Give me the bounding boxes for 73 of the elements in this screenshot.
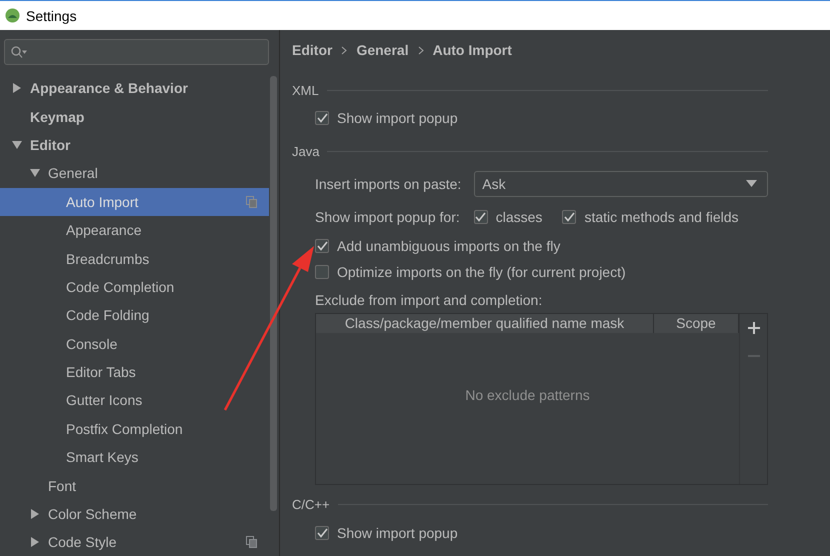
search-icon [11, 46, 27, 58]
add-icon[interactable] [748, 322, 760, 334]
dropdown[interactable]: Ask [474, 170, 768, 196]
breadcrumb-item[interactable]: General [356, 42, 409, 58]
checkbox[interactable] [315, 111, 329, 126]
tree-item[interactable]: Breadcrumbs [0, 244, 269, 273]
empty-message: No exclude patterns [465, 387, 590, 403]
collapsed-arrow-icon[interactable] [30, 509, 40, 520]
tree-item-label: Editor [30, 136, 70, 153]
breadcrumb-item[interactable]: Editor [292, 42, 332, 58]
collapsed-arrow-icon[interactable] [30, 537, 40, 548]
tree-item-label: Code Folding [66, 307, 150, 324]
tree-item-label: Breadcrumbs [66, 250, 150, 267]
section-title: XML [292, 82, 319, 98]
tree-item[interactable]: Appearance & Behavior [0, 74, 269, 102]
section-title: C/C++ [292, 497, 330, 512]
tree-item-label: Font [48, 478, 76, 494]
field-label: Insert imports on paste: [315, 176, 462, 192]
expanded-arrow-icon[interactable] [12, 140, 22, 150]
section-title: Java [292, 144, 320, 159]
tree-item-label: Appearance & Behavior [30, 80, 188, 96]
checkbox-label: Show import popup [337, 110, 458, 126]
collapsed-arrow-icon[interactable] [12, 83, 22, 94]
tree-item-label: Keymap [30, 108, 84, 125]
tree-item[interactable]: Appearance [0, 216, 269, 244]
tree-item[interactable]: Code Folding [0, 301, 269, 330]
tree-item-label: Gutter Icons [66, 392, 142, 408]
tree-item-label: Smart Keys [66, 449, 138, 466]
tree-item-label: Appearance [66, 222, 142, 238]
checkbox-label: Optimize imports on the fly (for current project) [337, 264, 626, 280]
checkbox[interactable] [315, 238, 329, 253]
tree-item[interactable]: Postfix Completion [0, 414, 269, 444]
column-header[interactable]: Scope [654, 314, 739, 332]
checkbox-label: static methods and fields [584, 208, 739, 224]
tree-item[interactable]: Editor Tabs [0, 358, 269, 386]
tree-item-label: Color Scheme [48, 506, 137, 522]
checkbox[interactable] [315, 265, 329, 280]
tree-item[interactable]: Console [0, 330, 269, 358]
expanded-arrow-icon[interactable] [30, 168, 40, 178]
checkbox-label: Show import popup [337, 524, 458, 541]
app-icon [5, 8, 20, 23]
checkbox-label: Add unambiguous imports on the fly [337, 238, 560, 254]
checkbox[interactable] [315, 526, 329, 540]
chevron-icon [341, 46, 348, 54]
tree-item-label: Console [66, 336, 118, 352]
scrollbar-thumb[interactable] [270, 76, 277, 511]
field-label: Show import popup for: [315, 208, 460, 224]
tree-item[interactable]: Color Scheme [0, 500, 269, 528]
tree-item[interactable]: Smart Keys [0, 443, 269, 472]
tree-item-label: General [48, 165, 98, 182]
tree-item-label: Code Style [48, 534, 116, 550]
window-title: Settings [26, 8, 77, 24]
checkbox-label: classes [496, 208, 542, 224]
tree-item-label: Auto Import [66, 194, 138, 210]
tree-item[interactable]: Auto Import [0, 188, 269, 216]
breadcrumb-item[interactable]: Auto Import [432, 42, 512, 58]
tree-item[interactable]: Code Style [0, 528, 269, 556]
table-label: Exclude from import and completion: [315, 290, 544, 310]
tree-item-label: Postfix Completion [66, 420, 183, 437]
tree-item[interactable]: General [0, 159, 269, 188]
tree-item-label: Editor Tabs [66, 364, 136, 380]
tree-item-label: Code Completion [66, 278, 174, 295]
chevron-icon [418, 46, 424, 54]
tree-item[interactable]: Gutter Icons [0, 386, 269, 415]
checkbox[interactable] [562, 210, 576, 224]
search-field[interactable] [4, 39, 269, 65]
tree-item[interactable]: Font [0, 471, 269, 500]
tree-item[interactable]: Keymap [0, 102, 269, 131]
column-header[interactable]: Class/package/member qualified name mask [316, 314, 654, 332]
checkbox[interactable] [474, 210, 488, 224]
tree-item[interactable]: Code Completion [0, 272, 269, 302]
caret-icon [746, 180, 757, 187]
tree-item[interactable]: Editor [0, 130, 269, 160]
